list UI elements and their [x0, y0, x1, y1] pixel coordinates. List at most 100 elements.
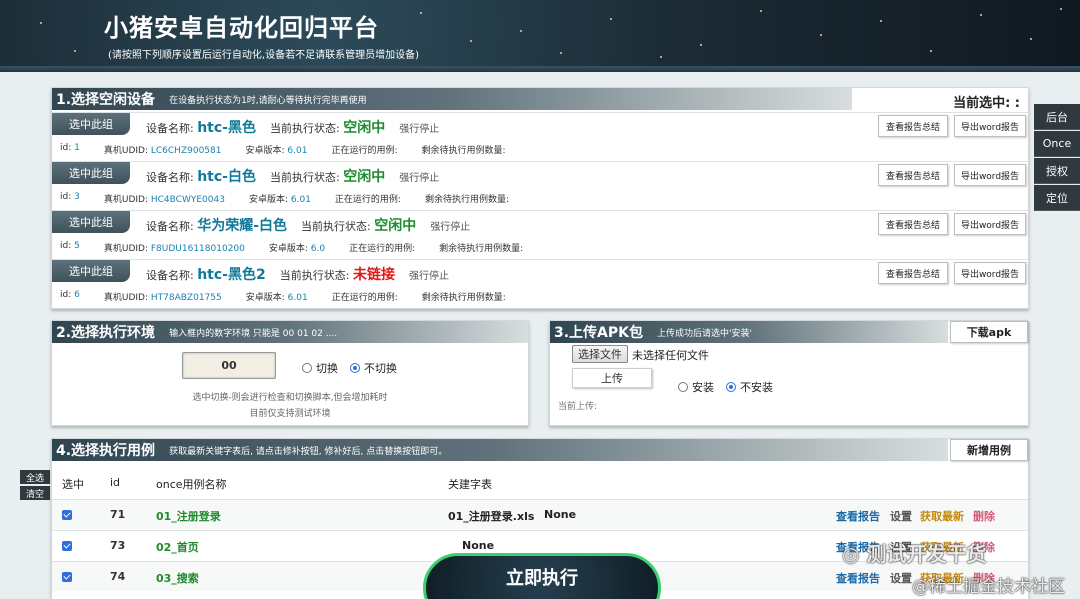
no-install-radio[interactable]: 不安装: [726, 379, 773, 395]
device-name: htc-黑色: [197, 120, 256, 136]
remaining-case-label: 剩余待执行用例数量:: [421, 293, 506, 303]
switch-radio[interactable]: 切换: [302, 360, 338, 376]
row-keyword-extra: None: [462, 539, 495, 552]
upload-button[interactable]: 上传: [572, 368, 652, 388]
col-keywords: 关建字表: [448, 478, 492, 491]
view-report-link[interactable]: 查看报告: [836, 570, 880, 586]
row-id: 71: [110, 508, 126, 521]
run-now-button[interactable]: 立即执行: [423, 553, 661, 599]
device-id-label: id:: [60, 143, 72, 153]
device-udid-label: 真机UDID:: [103, 146, 148, 156]
export-word-button[interactable]: 导出word报告: [954, 262, 1026, 284]
running-case-label: 正在运行的用例:: [331, 146, 398, 156]
select-device-button[interactable]: 选中此组: [52, 113, 130, 135]
device-version-label: 安卓版本:: [245, 293, 285, 303]
force-stop-link[interactable]: 强行停止: [399, 169, 439, 184]
env-panel-hint: 输入框内的数字环境 只能是 00 01 02 ....: [169, 328, 338, 339]
side-button-once[interactable]: Once: [1034, 131, 1080, 157]
settings-link[interactable]: 设置: [890, 508, 912, 524]
fetch-latest-link[interactable]: 获取最新: [920, 508, 964, 524]
device-status: 未链接: [352, 267, 395, 283]
row-checkbox[interactable]: [62, 541, 72, 551]
report-summary-button[interactable]: 查看报告总结: [878, 262, 948, 284]
row-id: 73: [110, 539, 126, 552]
row-keyword-file: 01_注册登录.xls: [448, 510, 535, 523]
running-case-label: 正在运行的用例:: [334, 195, 401, 205]
no-switch-radio[interactable]: 不切换: [350, 360, 397, 376]
export-word-button[interactable]: 导出word报告: [954, 213, 1026, 235]
no-switch-label: 不切换: [364, 362, 397, 375]
row-name: 03_搜索: [156, 572, 199, 585]
device-id-label: id:: [60, 290, 72, 300]
install-label: 安装: [692, 381, 714, 394]
force-stop-link[interactable]: 强行停止: [430, 218, 470, 233]
clear-button[interactable]: 清空: [20, 486, 50, 500]
device-udid: LC6CHZ900581: [150, 146, 222, 156]
export-word-button[interactable]: 导出word报告: [954, 115, 1026, 137]
device-id-label: id:: [60, 241, 72, 251]
side-button-locate[interactable]: 定位: [1034, 185, 1080, 211]
view-report-link[interactable]: 查看报告: [836, 508, 880, 524]
radio-circle-selected: [726, 382, 736, 392]
page-title: 小猪安卓自动化回归平台: [104, 14, 379, 42]
device-name-label: 设备名称:: [146, 220, 194, 233]
device-id: 6: [74, 290, 80, 300]
device-version-label: 安卓版本:: [245, 146, 285, 156]
side-button-admin[interactable]: 后台: [1034, 104, 1080, 130]
device-udid-label: 真机UDID:: [103, 195, 148, 205]
devices-panel-title: 1.选择空闲设备 在设备执行状态为1时,请耐心等待执行完毕再使用: [52, 88, 852, 110]
add-case-button[interactable]: 新增用例: [950, 439, 1028, 461]
row-name: 02_首页: [156, 541, 199, 554]
device-status: 空闲中: [374, 218, 417, 234]
radio-circle: [678, 382, 688, 392]
env-input[interactable]: 00: [182, 352, 276, 379]
devices-panel: 1.选择空闲设备 在设备执行状态为1时,请耐心等待执行完毕再使用 当前选中: :…: [51, 87, 1029, 309]
col-select: 选中: [62, 478, 84, 491]
env-panel-heading: 2.选择执行环境: [56, 325, 156, 341]
device-version: 6.01: [287, 146, 308, 156]
col-id: id: [110, 476, 121, 489]
env-note-2: 目前仅支持测试环境: [249, 409, 331, 419]
force-stop-link[interactable]: 强行停止: [409, 267, 449, 282]
device-udid: HT78ABZ01755: [150, 293, 222, 303]
report-summary-button[interactable]: 查看报告总结: [878, 213, 948, 235]
row-name: 01_注册登录: [156, 510, 221, 523]
install-radio[interactable]: 安装: [678, 379, 714, 395]
device-udid-label: 真机UDID:: [103, 244, 148, 254]
watermark-line-2: @稀土掘金技术社区: [912, 577, 1065, 597]
select-device-button[interactable]: 选中此组: [52, 162, 130, 184]
watermark-line-1: 测试开发干货: [866, 542, 987, 566]
apk-panel: 3.上传APK包 上传成功后请选中'安装' 下载apk 选择文件 未选择任何文件…: [549, 320, 1029, 426]
apk-panel-heading: 3.上传APK包: [554, 325, 644, 341]
current-upload: 当前上传:: [558, 402, 598, 412]
remaining-case-label: 剩余待执行用例数量:: [424, 195, 510, 205]
header-banner: 小猪安卓自动化回归平台 (请按照下列顺序设置后运行自动化,设备若不足请联系管理员…: [0, 0, 1080, 72]
select-device-button[interactable]: 选中此组: [52, 260, 130, 282]
device-status-label: 当前执行状态:: [270, 171, 340, 184]
table-header: 选中 id once用例名称 关建字表: [52, 469, 1028, 497]
select-device-button[interactable]: 选中此组: [52, 211, 130, 233]
row-keyword-extra: None: [544, 508, 577, 521]
device-status: 空闲中: [343, 120, 386, 136]
env-panel: 2.选择执行环境 输入框内的数字环境 只能是 00 01 02 .... 00 …: [51, 320, 529, 426]
switch-label: 切换: [316, 362, 338, 375]
delete-link[interactable]: 删除: [973, 508, 995, 524]
export-word-button[interactable]: 导出word报告: [954, 164, 1026, 186]
force-stop-link[interactable]: 强行停止: [399, 120, 439, 135]
apk-panel-hint: 上传成功后请选中'安装': [657, 328, 752, 339]
report-summary-button[interactable]: 查看报告总结: [878, 115, 948, 137]
settings-link[interactable]: 设置: [890, 570, 912, 586]
row-checkbox[interactable]: [62, 572, 72, 582]
env-panel-title: 2.选择执行环境 输入框内的数字环境 只能是 00 01 02 ....: [52, 321, 528, 343]
row-checkbox[interactable]: [62, 510, 72, 520]
device-row: 选中此组 设备名称: 华为荣耀-白色 当前执行状态: 空闲中 强行停止 id: …: [52, 210, 1028, 257]
side-button-auth[interactable]: 授权: [1034, 158, 1080, 184]
choose-file-button[interactable]: 选择文件: [572, 345, 628, 363]
device-status-label: 当前执行状态:: [301, 220, 371, 233]
report-summary-button[interactable]: 查看报告总结: [878, 164, 948, 186]
select-all-button[interactable]: 全选: [20, 470, 50, 484]
device-udid: F8UDU16118010200: [150, 244, 245, 254]
device-udid-label: 真机UDID:: [103, 293, 148, 303]
download-apk-button[interactable]: 下载apk: [950, 321, 1028, 343]
device-name: htc-白色: [197, 169, 256, 185]
